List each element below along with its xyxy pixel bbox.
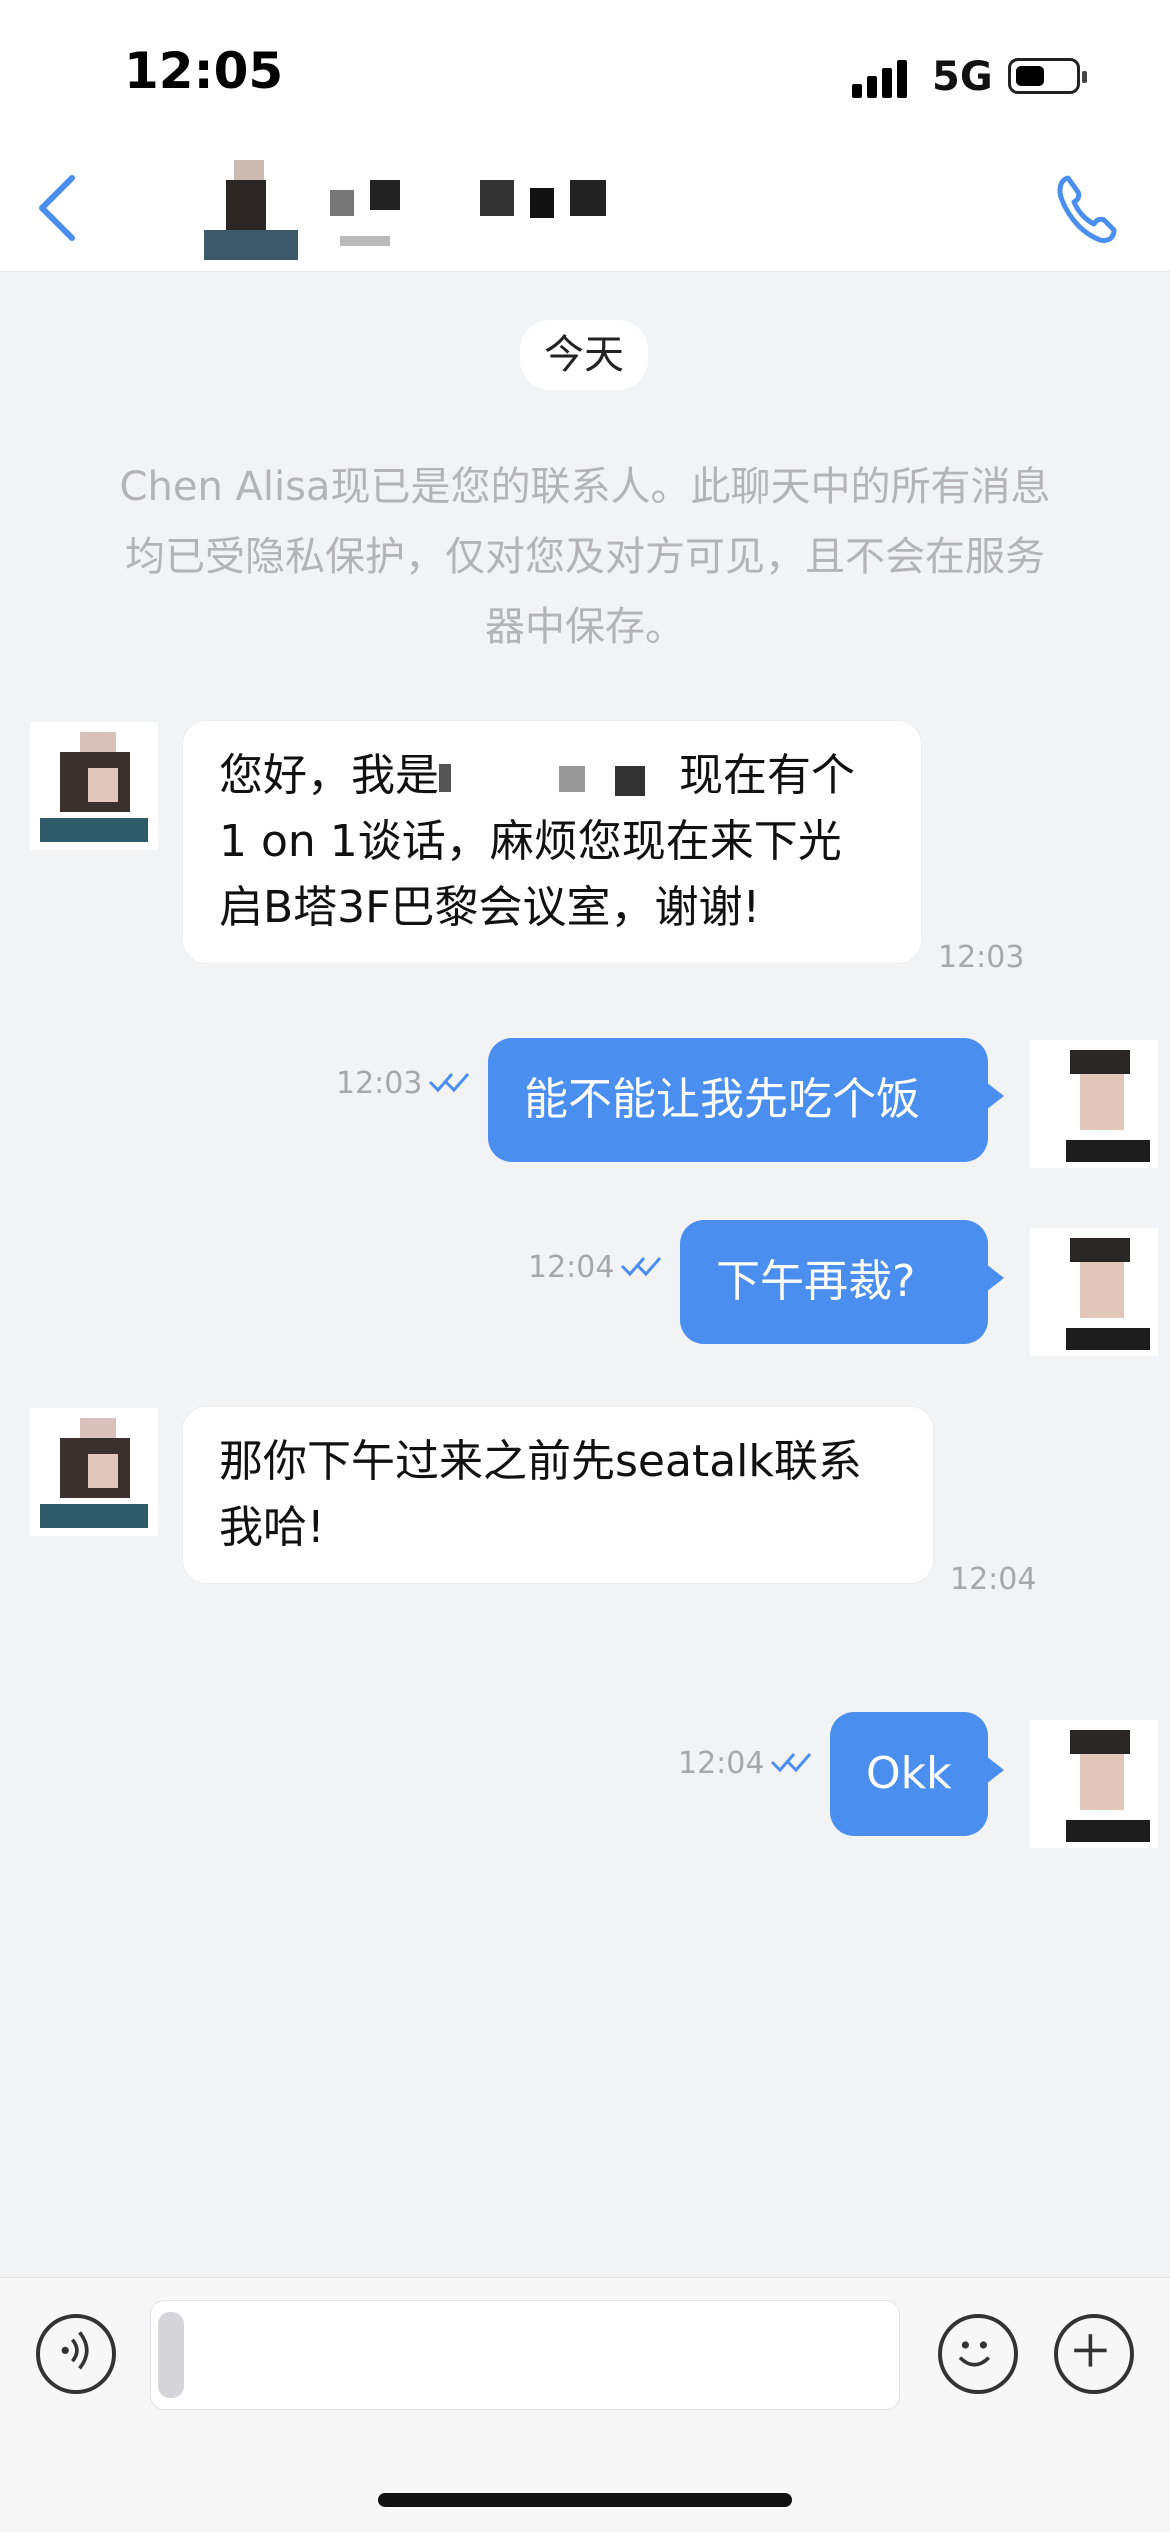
message-bubble[interactable]: 您好，我是 现在有个 1 on 1谈话，麻烦您现在来下光 启B塔3F巴黎会议室，… — [182, 720, 922, 964]
date-separator: 今天 — [520, 320, 648, 390]
home-indicator — [378, 2493, 792, 2507]
user-avatar[interactable] — [1030, 1228, 1158, 1356]
redacted-name — [439, 758, 679, 798]
message-time: 12:04 — [678, 1746, 765, 1781]
chevron-left-icon[interactable] — [30, 168, 90, 248]
contact-avatar[interactable] — [30, 1408, 158, 1536]
read-ticks-icon — [620, 1257, 662, 1277]
voice-icon[interactable] — [36, 2314, 116, 2394]
contact-avatar[interactable] — [30, 722, 158, 850]
user-avatar[interactable] — [1030, 1720, 1158, 1848]
read-ticks-icon — [770, 1753, 812, 1773]
emoji-icon[interactable] — [938, 2314, 1018, 2394]
message-bubble[interactable]: 那你下午过来之前先seatalk联系 我哈! — [182, 1406, 934, 1584]
plus-icon[interactable] — [1054, 2314, 1134, 2394]
battery-icon — [1008, 58, 1087, 94]
message-bubble[interactable]: 下午再裁? — [680, 1220, 1004, 1344]
input-bar — [0, 2277, 1170, 2532]
message-text: 您好，我是 现在有个 1 on 1谈话，麻烦您现在来下光 启B塔3F巴黎会议室，… — [219, 750, 855, 933]
status-bar: 12:05 5G — [0, 0, 1170, 140]
chat-header — [0, 140, 1170, 272]
contact-name-redacted — [330, 180, 630, 246]
message-text: 那你下午过来之前先seatalk联系 我哈! — [219, 1436, 862, 1553]
contact-avatar[interactable] — [196, 160, 300, 260]
user-avatar[interactable] — [1030, 1040, 1158, 1168]
message-time: 12:04 — [528, 1250, 615, 1285]
message-time: 12:03 — [336, 1066, 423, 1101]
phone-icon[interactable] — [1050, 168, 1120, 248]
signal-icon — [852, 58, 912, 98]
message-time: 12:03 — [938, 940, 1025, 975]
message-bubble[interactable]: Okk — [830, 1712, 1004, 1836]
system-note: Chen Alisa现已是您的联系人。此聊天中的所有消息均已受隐私保护，仅对您及… — [119, 464, 1051, 650]
input-handle[interactable] — [158, 2312, 184, 2398]
message-time: 12:04 — [950, 1562, 1037, 1597]
network-label: 5G — [932, 54, 993, 100]
read-ticks-icon — [428, 1073, 470, 1093]
chat-area[interactable]: 今天 Chen Alisa现已是您的联系人。此聊天中的所有消息均已受隐私保护，仅… — [0, 272, 1170, 2277]
message-bubble[interactable]: 能不能让我先吃个饭 — [488, 1038, 1004, 1162]
message-input[interactable] — [150, 2300, 900, 2410]
status-time: 12:05 — [124, 42, 284, 100]
